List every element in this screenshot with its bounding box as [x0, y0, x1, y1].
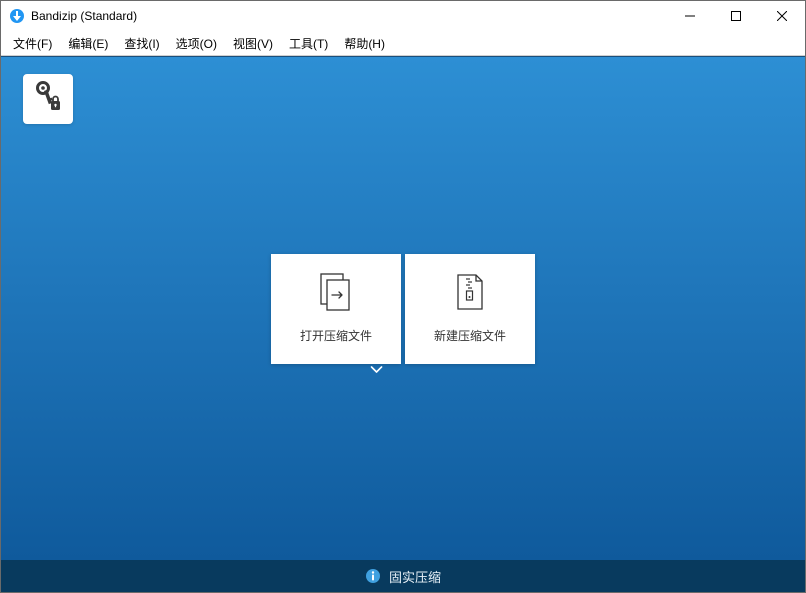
- menu-help[interactable]: 帮助(H): [336, 32, 393, 55]
- menu-view[interactable]: 视图(V): [225, 32, 281, 55]
- menu-tools[interactable]: 工具(T): [281, 32, 336, 55]
- open-archive-button[interactable]: 打开压缩文件: [271, 254, 401, 364]
- key-lock-icon: [31, 80, 65, 119]
- window-controls: [667, 1, 805, 31]
- file-open-icon: [316, 273, 356, 313]
- status-bar[interactable]: 固实压缩: [1, 560, 805, 592]
- app-window: Bandizip (Standard) 文件(F) 编辑(E) 查找(I) 选项…: [0, 0, 806, 593]
- recent-dropdown-button[interactable]: [368, 364, 386, 382]
- menu-options[interactable]: 选项(O): [168, 32, 225, 55]
- password-manager-button[interactable]: [23, 74, 73, 124]
- menubar: 文件(F) 编辑(E) 查找(I) 选项(O) 视图(V) 工具(T) 帮助(H…: [1, 31, 805, 56]
- close-button[interactable]: [759, 1, 805, 31]
- menu-file[interactable]: 文件(F): [5, 32, 60, 55]
- titlebar[interactable]: Bandizip (Standard): [1, 1, 805, 31]
- window-title: Bandizip (Standard): [31, 9, 137, 23]
- menu-find[interactable]: 查找(I): [116, 32, 167, 55]
- new-archive-label: 新建压缩文件: [434, 327, 506, 344]
- zip-new-icon: [450, 273, 490, 313]
- status-text: 固实压缩: [389, 567, 441, 586]
- minimize-button[interactable]: [667, 1, 713, 31]
- action-cards: 打开压缩文件 新建压缩文件: [271, 254, 535, 364]
- menu-edit[interactable]: 编辑(E): [60, 32, 116, 55]
- maximize-button[interactable]: [713, 1, 759, 31]
- info-icon: [365, 568, 381, 584]
- chevron-down-icon: [370, 363, 384, 382]
- app-icon: [9, 8, 25, 24]
- open-archive-label: 打开压缩文件: [300, 327, 372, 344]
- main-area[interactable]: 打开压缩文件 新建压缩文件: [1, 56, 805, 560]
- new-archive-button[interactable]: 新建压缩文件: [405, 254, 535, 364]
